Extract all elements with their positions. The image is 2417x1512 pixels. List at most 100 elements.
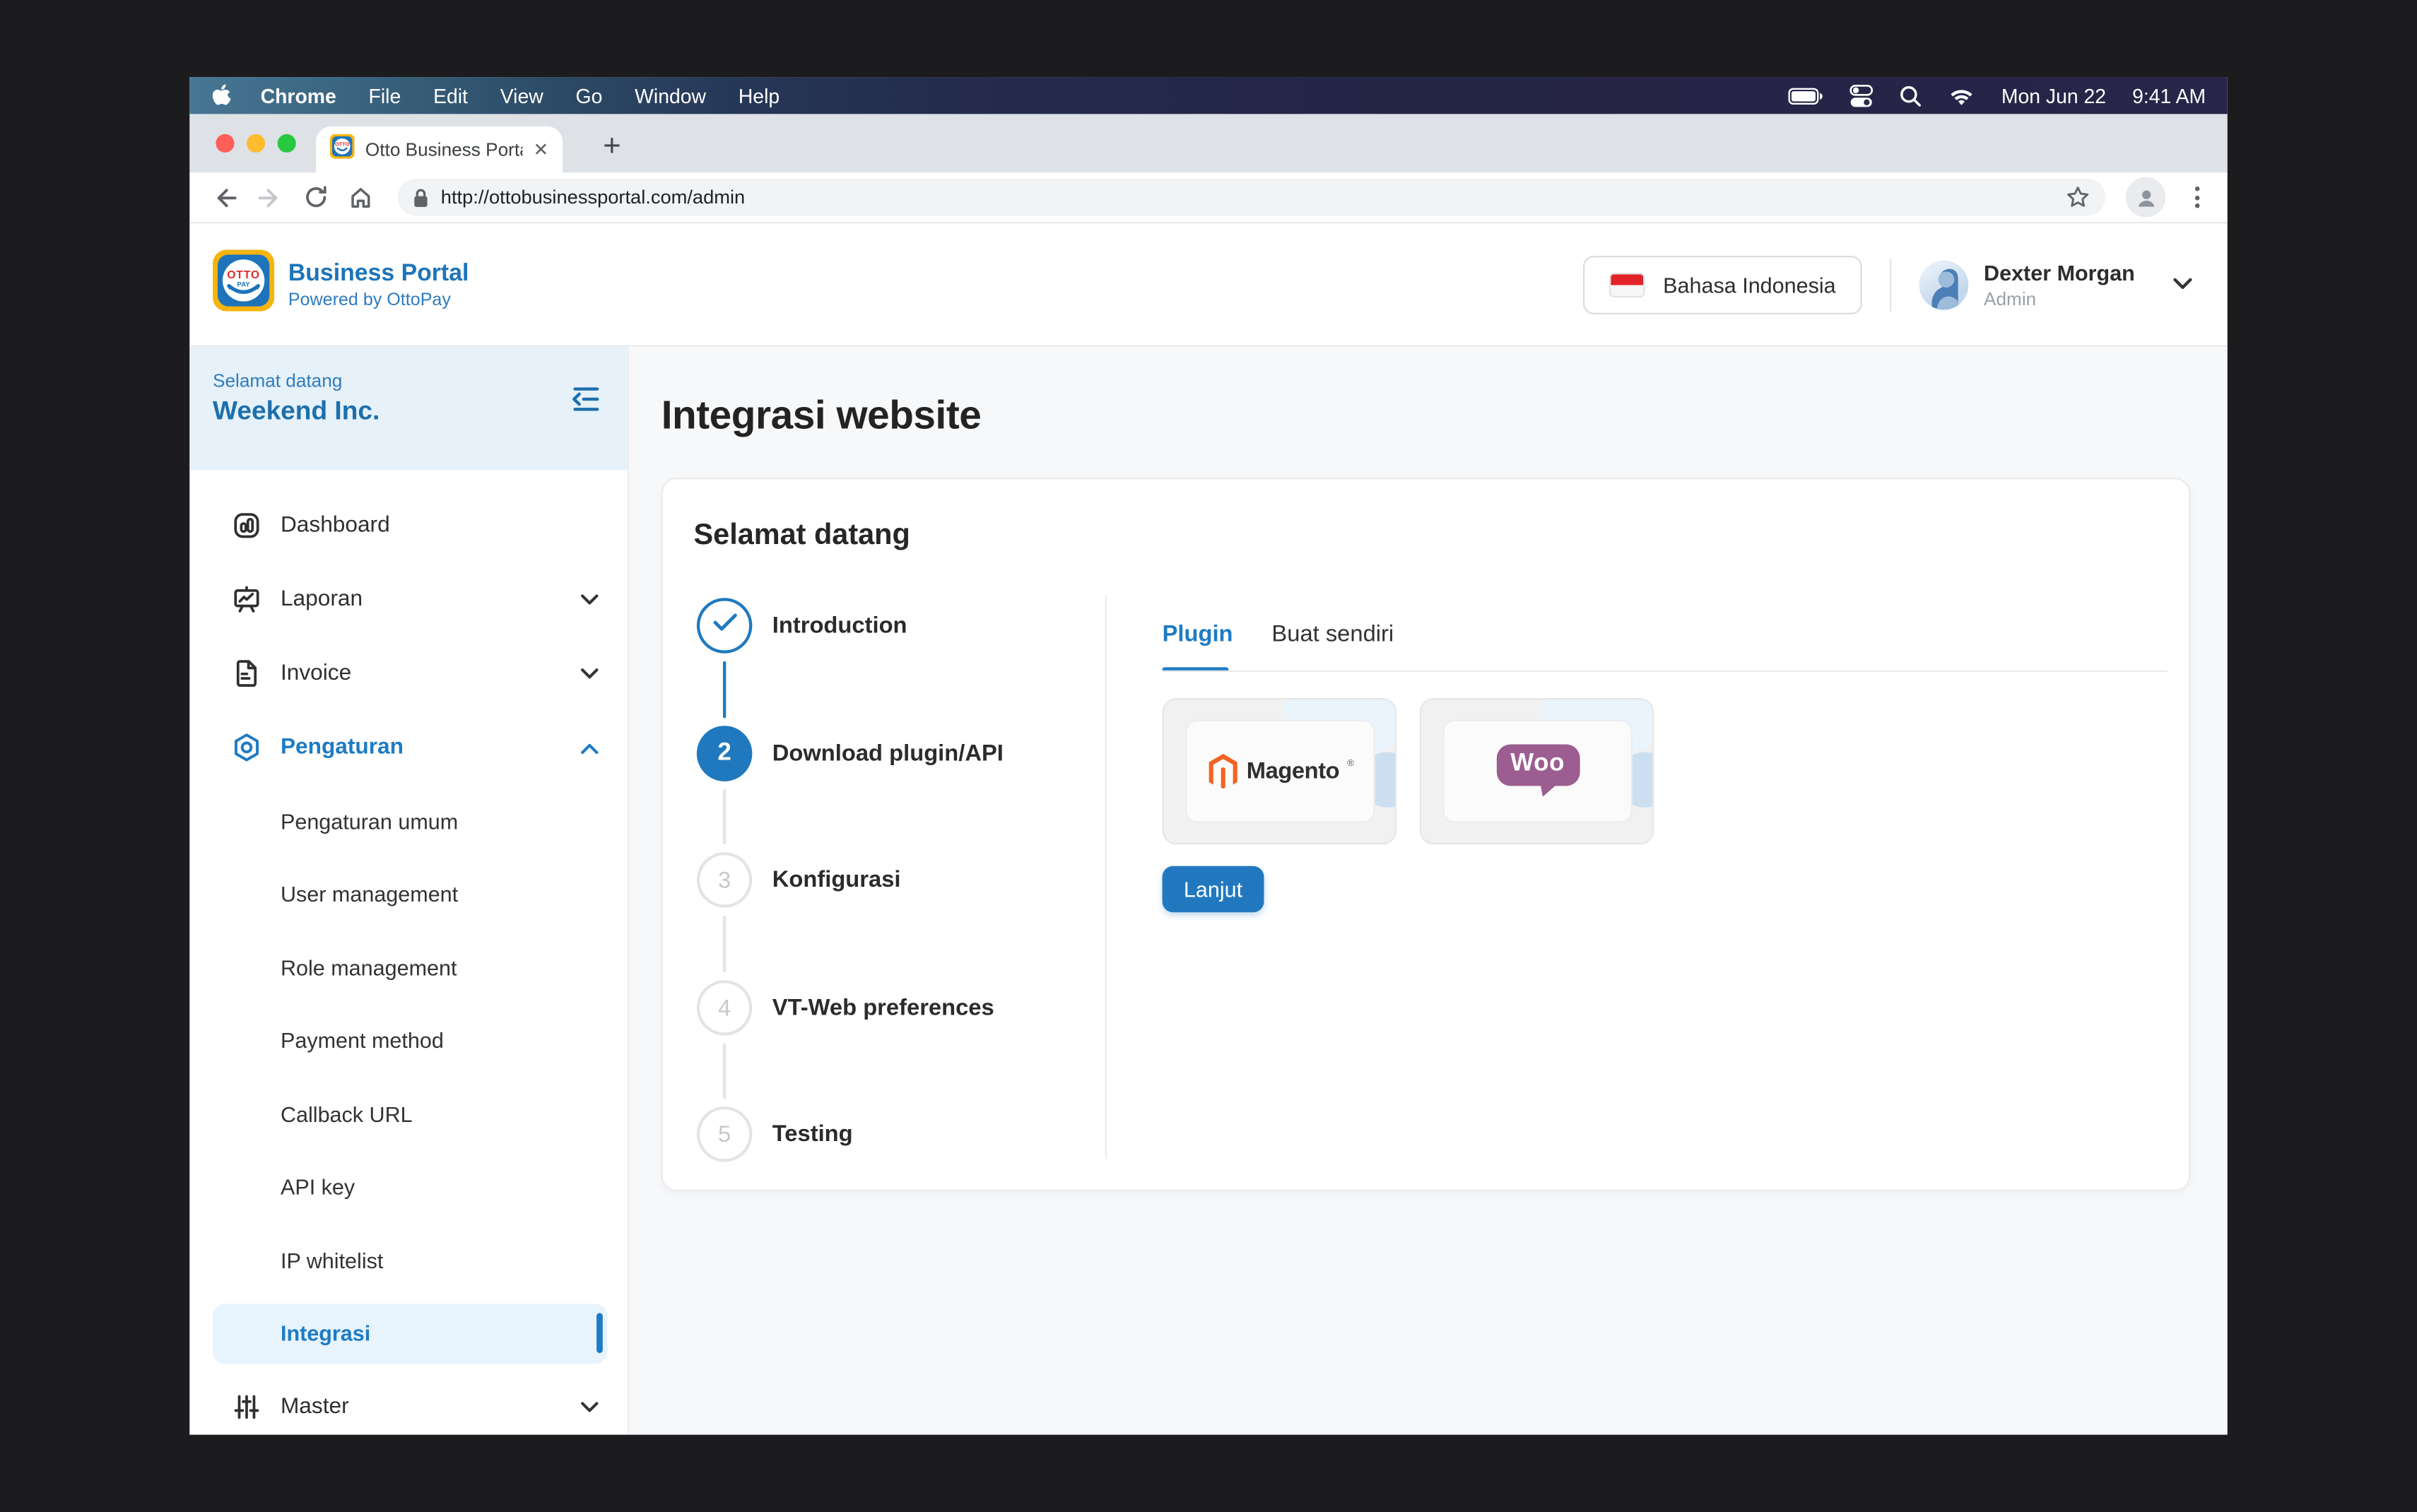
tab-close-icon[interactable]: ✕	[534, 140, 549, 158]
step-number: 5	[718, 1121, 731, 1147]
tab-plugin[interactable]: Plugin	[1163, 621, 1233, 647]
browser-tab-strip: OTTO Otto Business Portal ✕ +	[189, 114, 2227, 172]
sidebar-collapse-icon[interactable]	[569, 385, 603, 413]
chevron-down-icon	[580, 593, 599, 607]
sidebar-subitem-payment-method[interactable]: Payment method	[189, 1004, 627, 1077]
plugin-option-magento[interactable]: Magento®	[1163, 698, 1397, 844]
tab-bottom-border	[1163, 671, 2168, 672]
url-text[interactable]: http://ottobusinessportal.com/admin	[441, 187, 2053, 208]
brand-subtitle: Powered by OttoPay	[288, 290, 469, 309]
new-tab-button[interactable]: +	[590, 125, 633, 168]
wifi-icon[interactable]	[1949, 85, 1975, 105]
menubar-date[interactable]: Mon Jun 22	[2001, 84, 2106, 107]
ottopay-logo: OTTOPAY	[213, 249, 274, 319]
screen: Chrome File Edit View Go Window Help	[189, 77, 2227, 1435]
battery-icon[interactable]	[1789, 87, 1824, 104]
sidebar-item-label: Dashboard	[281, 513, 390, 538]
sidebar-subitem-callback-url[interactable]: Callback URL	[189, 1077, 627, 1151]
dashboard-icon	[231, 510, 262, 541]
lock-icon[interactable]	[413, 187, 429, 207]
step-5-circle[interactable]: 5	[697, 1106, 753, 1162]
sliders-icon	[231, 1392, 262, 1423]
brand-title: Business Portal	[288, 260, 469, 288]
step-3-label[interactable]: Konfigurasi	[772, 867, 901, 893]
woocommerce-logo: Woo	[1496, 743, 1580, 799]
sidebar-welcome-panel: Selamat datang Weekend Inc.	[189, 347, 627, 470]
sidebar-item-dashboard[interactable]: Dashboard	[189, 488, 627, 562]
tab-title: Otto Business Portal	[365, 138, 522, 160]
report-icon	[231, 584, 262, 615]
step-connector	[723, 661, 726, 719]
invoice-icon	[231, 658, 262, 689]
reload-icon[interactable]	[304, 185, 329, 210]
macos-menu-bar: Chrome File Edit View Go Window Help	[189, 77, 2227, 114]
step-3-circle[interactable]: 3	[697, 852, 753, 908]
sidebar-item-laporan[interactable]: Laporan	[189, 562, 627, 637]
address-bar[interactable]: http://ottobusinessportal.com/admin	[398, 179, 2106, 215]
check-icon	[712, 612, 738, 639]
browser-tab[interactable]: OTTO Otto Business Portal ✕	[316, 126, 563, 172]
menubar-app-name[interactable]: Chrome	[261, 84, 336, 107]
card-divider	[1105, 595, 1107, 1159]
menubar-item-window[interactable]: Window	[635, 84, 706, 107]
step-2-label[interactable]: Download plugin/API	[772, 740, 1004, 767]
plugin-option-woocommerce[interactable]: Woo	[1420, 698, 1654, 844]
menubar-item-view[interactable]: View	[500, 84, 543, 107]
forward-icon[interactable]	[257, 184, 283, 211]
menubar-item-edit[interactable]: Edit	[433, 84, 468, 107]
sidebar-subitem-user-management[interactable]: User management	[189, 858, 627, 931]
chevron-down-icon[interactable]	[2172, 278, 2194, 292]
desktop: Chrome File Edit View Go Window Help	[0, 0, 2417, 1512]
continue-button[interactable]: Lanjut	[1163, 866, 1264, 912]
step-2-circle[interactable]: 2	[697, 726, 753, 781]
svg-text:OTTO: OTTO	[227, 269, 260, 281]
menubar-item-help[interactable]: Help	[739, 84, 780, 107]
window-zoom-button[interactable]	[278, 134, 296, 153]
step-4-circle[interactable]: 4	[697, 980, 753, 1036]
sidebar-subitem-api-key[interactable]: API key	[189, 1150, 627, 1224]
welcome-label: Selamat datang	[213, 370, 603, 391]
sidebar: Selamat datang Weekend Inc. Dashboard	[189, 347, 629, 1435]
chevron-down-icon	[580, 666, 599, 680]
sidebar-subitem-pengaturan-umum[interactable]: Pengaturan umum	[189, 784, 627, 858]
step-number: 3	[718, 867, 731, 893]
step-connector	[723, 916, 726, 973]
window-close-button[interactable]	[216, 134, 234, 153]
browser-profile-icon[interactable]	[2126, 177, 2166, 218]
step-1-label[interactable]: Introduction	[772, 613, 907, 639]
control-center-icon[interactable]	[1850, 84, 1874, 107]
sidebar-subitem-integrasi[interactable]: Integrasi	[189, 1297, 627, 1370]
step-5-label[interactable]: Testing	[772, 1121, 853, 1147]
apple-menu-icon[interactable]	[211, 83, 231, 108]
bookmark-star-icon[interactable]	[2066, 185, 2090, 210]
tab-buat-sendiri[interactable]: Buat sendiri	[1271, 621, 1394, 647]
sidebar-subitem-ip-whitelist[interactable]: IP whitelist	[189, 1224, 627, 1297]
language-selector-button[interactable]: Bahasa Indonesia	[1583, 255, 1862, 314]
sidebar-nav: Dashboard Laporan	[189, 470, 627, 1434]
user-name: Dexter Morgan	[1984, 260, 2135, 285]
svg-text:PAY: PAY	[237, 281, 251, 289]
step-connector	[723, 1044, 726, 1099]
sidebar-item-invoice[interactable]: Invoice	[189, 637, 627, 711]
home-icon[interactable]	[348, 185, 373, 210]
sidebar-item-pengaturan[interactable]: Pengaturan	[189, 710, 627, 784]
active-item-indicator	[596, 1313, 603, 1354]
menubar-clock[interactable]: 9:41 AM	[2132, 84, 2206, 107]
header-divider	[1890, 258, 1891, 310]
window-minimize-button[interactable]	[247, 134, 265, 153]
wizard-card: Selamat datang Introduction 2 Download p…	[661, 478, 2191, 1191]
chevron-down-icon	[580, 1400, 599, 1414]
step-1-circle[interactable]	[697, 598, 753, 654]
sidebar-item-master[interactable]: Master	[189, 1370, 627, 1435]
magento-logo: Magento®	[1206, 752, 1354, 789]
menubar-item-file[interactable]: File	[369, 84, 401, 107]
user-menu[interactable]: Dexter Morgan Admin	[1919, 260, 2193, 309]
sidebar-subitem-role-management[interactable]: Role management	[189, 931, 627, 1004]
step-4-label[interactable]: VT-Web preferences	[772, 995, 994, 1021]
svg-text:OTTO: OTTO	[335, 140, 350, 146]
step-connector	[723, 789, 726, 845]
menubar-item-go[interactable]: Go	[576, 84, 603, 107]
back-icon[interactable]	[211, 184, 237, 211]
browser-menu-icon[interactable]	[2186, 187, 2209, 208]
spotlight-search-icon[interactable]	[1900, 84, 1923, 107]
